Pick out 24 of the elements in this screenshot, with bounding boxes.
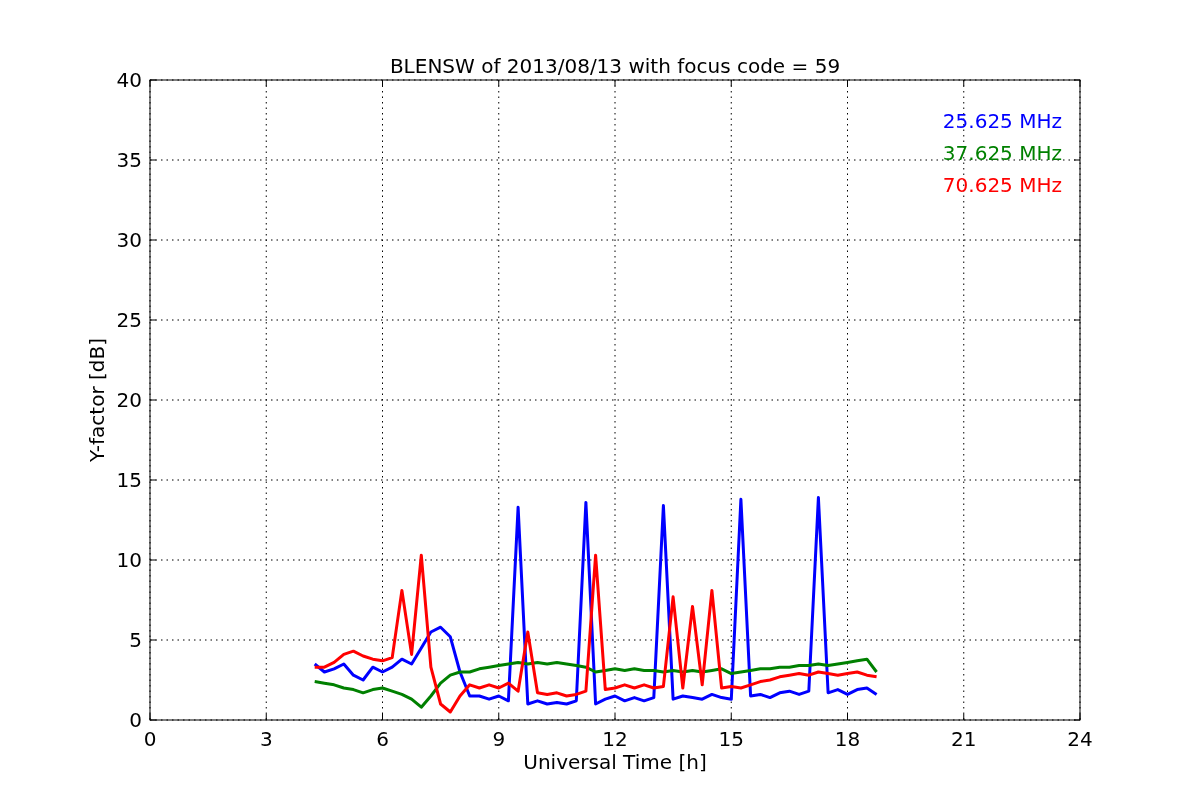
legend-label: 37.625 MHz bbox=[942, 141, 1062, 165]
x-tick-label: 0 bbox=[143, 727, 157, 751]
y-tick-label: 15 bbox=[116, 468, 142, 492]
x-tick-label: 3 bbox=[259, 727, 273, 751]
x-tick-label: 18 bbox=[834, 727, 861, 751]
legend-label: 70.625 MHz bbox=[942, 173, 1062, 197]
legend-label: 25.625 MHz bbox=[942, 109, 1062, 133]
y-tick-label: 35 bbox=[116, 148, 142, 172]
x-tick-label: 24 bbox=[1067, 727, 1093, 751]
y-tick-label: 30 bbox=[116, 228, 142, 252]
y-axis-label: Y-factor [dB] bbox=[85, 338, 109, 462]
x-tick-label: 21 bbox=[951, 727, 977, 751]
chart-title: BLENSW of 2013/08/13 with focus code = 59 bbox=[389, 54, 841, 78]
x-tick-label: 6 bbox=[376, 727, 389, 751]
x-tick-label: 15 bbox=[718, 727, 744, 751]
y-tick-label: 5 bbox=[129, 628, 142, 652]
x-tick-label: 12 bbox=[602, 727, 628, 751]
x-tick-label: 9 bbox=[492, 727, 506, 751]
y-tick-label: 0 bbox=[129, 708, 142, 732]
x-axis-label: Universal Time [h] bbox=[523, 750, 707, 774]
y-tick-label: 20 bbox=[116, 388, 142, 412]
y-tick-label: 10 bbox=[116, 548, 142, 572]
y-tick-label: 25 bbox=[116, 308, 142, 332]
y-tick-label: 40 bbox=[116, 68, 142, 92]
